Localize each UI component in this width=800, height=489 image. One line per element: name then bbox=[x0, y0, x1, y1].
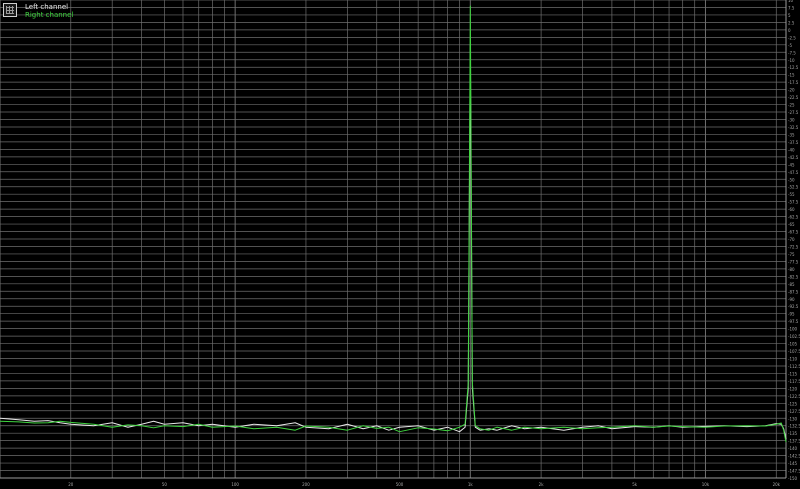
y-tick-label: -127.5 bbox=[788, 409, 800, 414]
y-tick-label: -32.5 bbox=[788, 125, 799, 130]
spectrum-plot: 10 7.5 5 2.5 0 -2.5 -5 -7.5 -10 -12.5 -15 -17.5 -20 -… bbox=[0, 0, 800, 487]
y-tick-label: -115 bbox=[788, 371, 798, 376]
y-tick-label: -72.5 bbox=[788, 244, 799, 249]
y-tick-label: -25 bbox=[788, 103, 795, 108]
y-tick-label: -87.5 bbox=[788, 289, 799, 294]
y-tick-label: -10 bbox=[788, 58, 795, 63]
x-tick-label: 200 bbox=[302, 482, 310, 487]
y-tick-label: -150 bbox=[788, 476, 798, 481]
y-tick-label: -27.5 bbox=[788, 110, 799, 115]
y-tick-label: -67.5 bbox=[788, 230, 799, 235]
y-tick-label: -40 bbox=[788, 147, 795, 152]
y-tick-label: -80 bbox=[788, 267, 795, 272]
y-tick-label: 2.5 bbox=[788, 20, 795, 25]
x-tick-label: 5k bbox=[632, 482, 638, 487]
legend[interactable]: Left channel Right channel bbox=[3, 3, 73, 19]
legend-entry-right: Right channel bbox=[25, 11, 74, 19]
x-tick-label: 10k bbox=[702, 482, 710, 487]
y-tick-label: -102.5 bbox=[788, 334, 800, 339]
y-tick-label: -117.5 bbox=[788, 379, 800, 384]
y-tick-label: -122.5 bbox=[788, 394, 800, 399]
y-tick-label: -2.5 bbox=[788, 35, 796, 40]
y-tick-label: -97.5 bbox=[788, 319, 799, 324]
y-tick-label: -140 bbox=[788, 446, 798, 451]
y-tick-label: -20 bbox=[788, 88, 795, 93]
y-tick-label: -135 bbox=[788, 431, 798, 436]
y-tick-label: -5 bbox=[788, 43, 792, 48]
y-tick-label: -30 bbox=[788, 118, 795, 123]
y-tick-label: -55 bbox=[788, 192, 795, 197]
y-tick-label: 5 bbox=[788, 13, 791, 18]
y-tick-label: -105 bbox=[788, 342, 798, 347]
y-tick-label: -112.5 bbox=[788, 364, 800, 369]
y-tick-label: -47.5 bbox=[788, 170, 799, 175]
y-tick-labels: 10 7.5 5 2.5 0 -2.5 -5 -7.5 -10 -12.5 -15 -17.5 -20 -… bbox=[788, 0, 800, 481]
y-tick-label: -57.5 bbox=[788, 200, 799, 205]
y-tick-label: -137.5 bbox=[788, 439, 800, 444]
x-tick-label: 2k bbox=[539, 482, 545, 487]
y-tick-label: -147.5 bbox=[788, 469, 800, 474]
y-tick-label: -130 bbox=[788, 416, 798, 421]
y-tick-label: -62.5 bbox=[788, 215, 799, 220]
x-tick-label: 20 bbox=[68, 482, 74, 487]
y-tick-label: -95 bbox=[788, 312, 795, 317]
y-tick-label: 7.5 bbox=[788, 5, 795, 10]
x-tick-labels: 20 50 100 200 500 1k 2k 5k 10k 20k bbox=[68, 482, 780, 487]
y-tick-label: 10 bbox=[788, 0, 794, 3]
y-tick-label: -52.5 bbox=[788, 185, 799, 190]
y-tick-label: -60 bbox=[788, 207, 795, 212]
y-tick-label: -145 bbox=[788, 461, 798, 466]
y-tick-label: -22.5 bbox=[788, 95, 799, 100]
y-tick-label: -125 bbox=[788, 401, 798, 406]
legend-grid-icon[interactable] bbox=[3, 3, 17, 17]
x-tick-label: 50 bbox=[162, 482, 168, 487]
y-tick-label: -142.5 bbox=[788, 454, 800, 459]
y-tick-label: -45 bbox=[788, 162, 795, 167]
y-tick-label: -100 bbox=[788, 327, 798, 332]
y-tick-label: -12.5 bbox=[788, 65, 799, 70]
y-tick-label: -7.5 bbox=[788, 50, 796, 55]
legend-entry-left: Left channel bbox=[25, 3, 69, 11]
legend-entries: Left channel Right channel bbox=[25, 3, 73, 19]
y-tick-label: -17.5 bbox=[788, 80, 799, 85]
y-tick-label: -77.5 bbox=[788, 259, 799, 264]
y-tick-label: -107.5 bbox=[788, 349, 800, 354]
series-line-left bbox=[0, 44, 787, 440]
y-tick-label: -37.5 bbox=[788, 140, 799, 145]
y-tick-label: -82.5 bbox=[788, 274, 799, 279]
y-tick-label: -120 bbox=[788, 386, 798, 391]
y-tick-label: 0 bbox=[788, 28, 791, 33]
y-tick-label: -50 bbox=[788, 177, 795, 182]
y-tick-label: -35 bbox=[788, 132, 795, 137]
x-tick-label: 1k bbox=[468, 482, 474, 487]
y-tick-label: -92.5 bbox=[788, 304, 799, 309]
y-tick-label: -70 bbox=[788, 237, 795, 242]
y-tick-label: -15 bbox=[788, 73, 795, 78]
x-tick-label: 500 bbox=[396, 482, 404, 487]
grid bbox=[0, 0, 787, 479]
y-tick-label: -110 bbox=[788, 357, 798, 362]
y-tick-label: -85 bbox=[788, 282, 795, 287]
y-tick-label: -75 bbox=[788, 252, 795, 257]
y-tick-label: -42.5 bbox=[788, 155, 799, 160]
x-tick-label: 20k bbox=[773, 482, 781, 487]
y-tick-label: -132.5 bbox=[788, 424, 800, 429]
y-tick-label: -65 bbox=[788, 222, 795, 227]
x-tick-label: 100 bbox=[231, 482, 239, 487]
y-tick-label: -90 bbox=[788, 297, 795, 302]
